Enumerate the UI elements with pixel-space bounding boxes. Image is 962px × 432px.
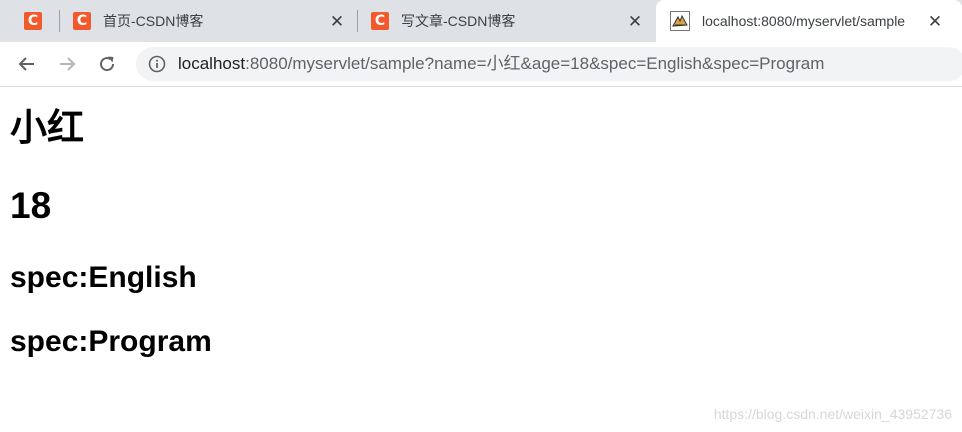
tab-csdn-home[interactable]: C 首页-CSDN博客 ✕	[60, 0, 356, 42]
arrow-right-icon	[60, 57, 76, 71]
csdn-c-icon: C	[371, 12, 389, 30]
close-tab-icon[interactable]: ✕	[626, 12, 644, 30]
info-icon[interactable]	[148, 55, 166, 73]
tab-title: localhost:8080/myservlet/sample	[702, 13, 906, 29]
spec-heading: spec:English	[10, 261, 197, 294]
watermark: https://blog.csdn.net/weixin_43952736	[713, 406, 952, 422]
tab-pinned-csdn[interactable]: C	[14, 0, 54, 42]
tab-localhost-sample[interactable]: localhost:8080/myservlet/sample ✕	[656, 0, 962, 42]
tab-title: 首页-CSDN博客	[103, 13, 204, 29]
csdn-c-icon: C	[73, 12, 91, 30]
url-text[interactable]: localhost:8080/myservlet/sample?name=小红&…	[178, 55, 824, 73]
url-host: localhost	[178, 54, 246, 73]
back-button[interactable]	[14, 51, 40, 77]
close-tab-icon[interactable]: ✕	[926, 12, 944, 30]
reload-icon	[100, 56, 115, 72]
spec-heading: spec:Program	[10, 325, 212, 358]
browser-toolbar: localhost:8080/myservlet/sample?name=小红&…	[0, 42, 962, 87]
page-content: 小红 18 spec:English spec:Program	[10, 88, 962, 432]
name-heading: 小红	[10, 107, 84, 148]
reload-button[interactable]	[94, 51, 120, 77]
arrow-left-icon	[18, 57, 34, 71]
close-tab-icon[interactable]: ✕	[328, 12, 346, 30]
forward-button[interactable]	[54, 51, 80, 77]
address-bar[interactable]: localhost:8080/myservlet/sample?name=小红&…	[136, 47, 962, 81]
csdn-c-icon: C	[24, 12, 42, 30]
tab-title: 写文章-CSDN博客	[401, 13, 516, 29]
tab-strip: C C 首页-CSDN博客 ✕ C 写文章-CSDN博客 ✕ localhost…	[0, 0, 962, 42]
tomcat-icon	[670, 11, 690, 31]
tab-csdn-write[interactable]: C 写文章-CSDN博客 ✕	[358, 0, 654, 42]
url-path: :8080/myservlet/sample?name=小红&age=18&sp…	[245, 54, 825, 73]
age-heading: 18	[10, 185, 52, 226]
